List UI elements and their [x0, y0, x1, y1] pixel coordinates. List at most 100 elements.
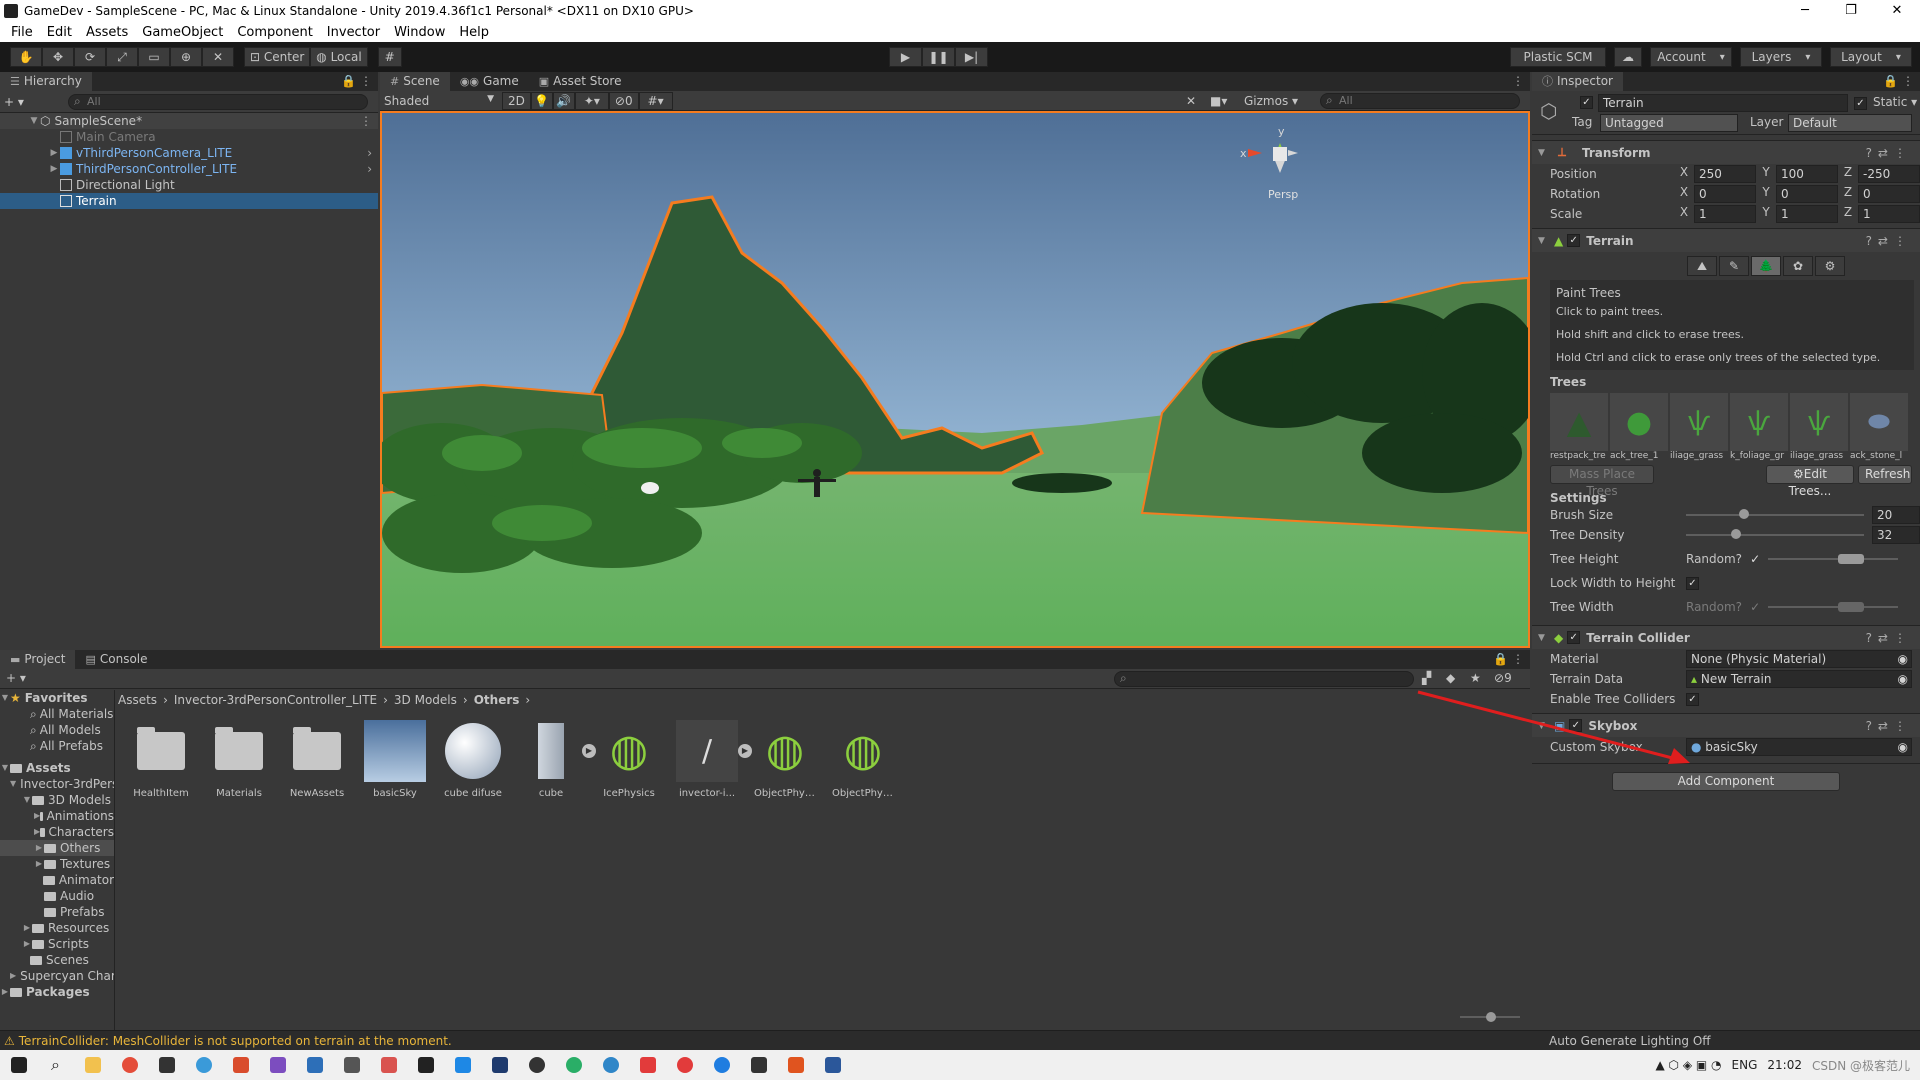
component-menu-icons[interactable]: ?⇄⋮ — [1866, 146, 1912, 160]
tree-prototype[interactable]: ▲ restpack_tre — [1550, 393, 1608, 461]
hidden-objects-button[interactable]: ⊘ 0 — [608, 91, 639, 110]
pivot-space-button[interactable]: ◍ Local — [310, 47, 368, 67]
static-checkbox[interactable]: ✓ — [1854, 97, 1867, 110]
brush-size-slider[interactable] — [1686, 506, 1864, 524]
chevron-right-icon[interactable]: › — [367, 145, 372, 161]
lighting-icon[interactable]: 💡 — [530, 91, 553, 110]
create-asset-button[interactable]: + ▾ — [6, 671, 26, 685]
scene-search-input[interactable]: All — [1320, 92, 1520, 109]
hierarchy-item-directional-light[interactable]: Directional Light — [0, 177, 378, 193]
step-button[interactable]: ▶| — [955, 47, 988, 67]
app-icon[interactable] — [444, 1050, 481, 1080]
skybox-enabled-checkbox[interactable]: ✓ — [1569, 719, 1583, 732]
play-button[interactable]: ▶ — [889, 47, 922, 67]
tree-prototype[interactable]: ⬬ ack_stone_l — [1850, 393, 1908, 461]
menu-help[interactable]: Help — [452, 25, 496, 40]
hidden-packages-button[interactable]: ⊘9 — [1494, 671, 1512, 685]
position-y-field[interactable]: 100 — [1776, 165, 1838, 183]
add-component-button[interactable]: Add Component — [1612, 772, 1840, 791]
tab-project[interactable]: ▬ Project — [0, 650, 76, 669]
rotation-x-field[interactable]: 0 — [1694, 185, 1756, 203]
tools-icon[interactable]: ✕ — [1186, 94, 1196, 108]
camera-icon[interactable]: ■▾ — [1210, 94, 1227, 108]
account-dropdown[interactable]: Account — [1650, 47, 1732, 67]
app-icon[interactable] — [777, 1050, 814, 1080]
expand-play-icon[interactable]: ▶ — [582, 744, 596, 758]
fold-arrow-icon[interactable]: ▼ — [1538, 148, 1550, 158]
tab-hierarchy[interactable]: ☰ Hierarchy — [0, 72, 92, 91]
status-message[interactable]: TerrainCollider: MeshCollider is not sup… — [19, 1034, 452, 1048]
panel-menu-icon[interactable]: ⋮ — [1512, 74, 1524, 88]
fold-arrow-icon[interactable]: ▶ — [48, 161, 60, 177]
tree-prototype[interactable]: ѱ k_foliage_gr — [1730, 393, 1788, 461]
hierarchy-item-terrain[interactable]: Terrain — [0, 193, 378, 209]
tray-icons[interactable]: ▲ ⬡ ◈ ▣ ◔ — [1656, 1058, 1722, 1072]
slider-knob[interactable] — [1730, 529, 1741, 539]
search-by-type-icon[interactable]: ▞ — [1422, 671, 1431, 685]
scene-row[interactable]: ▼ ⬡ SampleScene* ⋮ — [0, 113, 378, 129]
breadcrumb-item[interactable]: Others — [474, 693, 520, 707]
plastic-scm-button[interactable]: Plastic SCM — [1510, 47, 1606, 67]
lock-width-checkbox[interactable]: ✓ — [1686, 576, 1699, 590]
fold-arrow-icon[interactable]: ▼ — [1538, 633, 1550, 643]
tree-prototype[interactable]: ● ack_tree_1 — [1610, 393, 1668, 461]
tree-prototype[interactable]: ѱ iliage_grass — [1790, 393, 1848, 461]
range-handle[interactable] — [1838, 554, 1865, 564]
cloud-icon[interactable]: ☁ — [1614, 47, 1642, 67]
slider-knob[interactable] — [1739, 509, 1750, 519]
maximize-button[interactable]: ❐ — [1828, 0, 1874, 22]
rect-tool-icon[interactable]: ▭ — [138, 47, 170, 67]
pivot-center-button[interactable]: ⊡ Center — [244, 47, 311, 67]
app-icon[interactable] — [222, 1050, 259, 1080]
app-icon[interactable] — [629, 1050, 666, 1080]
layer-dropdown[interactable]: Default — [1788, 114, 1912, 132]
panel-menu-icon[interactable]: 🔒 ⋮ — [1493, 652, 1524, 666]
folder-row[interactable]: ▼Invector-3rdPersonController_LITE — [0, 776, 114, 792]
favorites-row[interactable]: ▼ ★ Favorites — [0, 690, 114, 706]
component-menu-icons[interactable]: ?⇄⋮ — [1866, 234, 1912, 248]
folder-row[interactable]: Prefabs — [0, 904, 114, 920]
tab-asset-store[interactable]: ▣ Asset Store — [528, 72, 632, 91]
hierarchy-search-input[interactable]: All — [68, 93, 368, 110]
tree-height-range[interactable] — [1768, 550, 1899, 568]
start-button[interactable] — [0, 1050, 37, 1080]
unity-hub-icon[interactable] — [740, 1050, 777, 1080]
folder-row[interactable]: Audio — [0, 888, 114, 904]
folder-row[interactable]: ▶ Scripts — [0, 936, 114, 952]
app-icon[interactable] — [666, 1050, 703, 1080]
asset-item[interactable]: ◍ ObjectPhys... — [754, 720, 816, 800]
close-button[interactable]: ✕ — [1874, 0, 1920, 22]
fold-arrow-icon[interactable]: ▼ — [1538, 236, 1550, 246]
asset-item[interactable]: ◍ ObjectPhys... — [832, 720, 894, 800]
folder-row[interactable]: ▶ Resources — [0, 920, 114, 936]
grid-toggle-icon[interactable]: #▾ — [638, 91, 673, 110]
qq-icon[interactable] — [518, 1050, 555, 1080]
effects-icon[interactable]: ✦▾ — [574, 91, 609, 110]
tab-game[interactable]: ◉◉ Game — [449, 72, 529, 91]
terrain-header[interactable]: ▼ ▲ ✓ Terrain ?⇄⋮ — [1532, 228, 1920, 252]
scale-tool-icon[interactable]: ⤢ — [106, 47, 138, 67]
tab-inspector[interactable]: ⓘ Inspector — [1532, 72, 1623, 91]
hierarchy-item-main-camera[interactable]: Main Camera — [0, 129, 378, 145]
hierarchy-item-camera-prefab[interactable]: ▶ vThirdPersonCamera_LITE › — [0, 145, 378, 161]
rotate-tool-icon[interactable]: ⟳ — [74, 47, 106, 67]
transform-header[interactable]: ▼ ⟂ Transform ?⇄⋮ — [1532, 140, 1920, 164]
paint-texture-icon[interactable]: ✎ — [1719, 256, 1749, 276]
language-indicator[interactable]: ENG — [1732, 1058, 1758, 1072]
active-checkbox[interactable]: ✓ — [1580, 96, 1593, 109]
menu-edit[interactable]: Edit — [40, 25, 79, 40]
terrain-data-field[interactable]: ▴ New Terrain ◉ — [1686, 670, 1912, 688]
grid-snap-icon[interactable]: # — [377, 47, 402, 67]
edit-trees-button[interactable]: ⚙Edit Trees... — [1766, 465, 1854, 498]
tree-prototype[interactable]: ѱ iliage_grass — [1670, 393, 1728, 461]
app-icon[interactable] — [296, 1050, 333, 1080]
panel-menu-icon[interactable]: 🔒 ⋮ — [341, 74, 372, 88]
terrain-enabled-checkbox[interactable]: ✓ — [1567, 234, 1581, 247]
search-icon[interactable]: ⌕ — [37, 1050, 74, 1080]
app-icon[interactable] — [370, 1050, 407, 1080]
app-icon[interactable] — [148, 1050, 185, 1080]
refresh-button[interactable]: Refresh — [1858, 465, 1912, 484]
mass-place-trees-button[interactable]: Mass Place Trees — [1550, 465, 1654, 498]
chrome-icon[interactable] — [111, 1050, 148, 1080]
chevron-right-icon[interactable]: › — [367, 161, 372, 177]
